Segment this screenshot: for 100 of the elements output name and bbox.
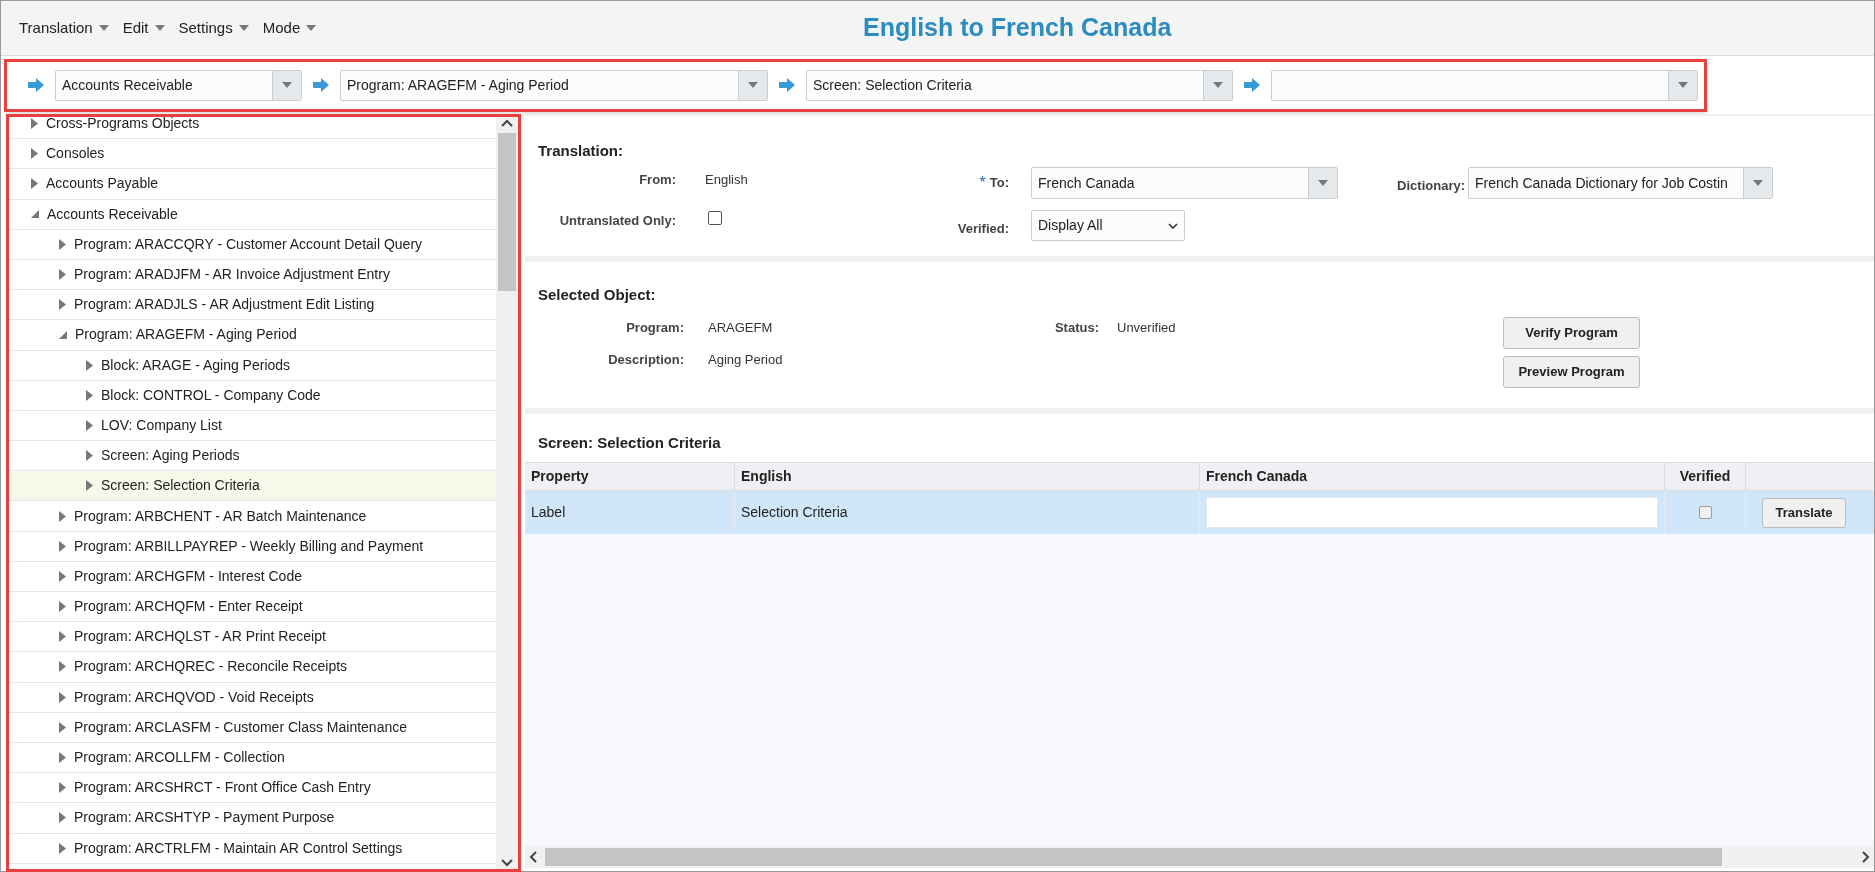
tree-item[interactable]: Program: ARCSHRCT - Front Office Cash Entry	[9, 773, 496, 804]
table-row[interactable]: Label Selection Criteria Translate	[525, 491, 1874, 534]
tree-item[interactable]: Program: ARAGEFM - Aging Period	[9, 320, 496, 351]
collapsed-triangle-icon[interactable]	[59, 299, 66, 311]
column-header[interactable]: French Canada	[1200, 463, 1665, 490]
collapsed-triangle-icon[interactable]	[86, 419, 93, 431]
tree-item[interactable]: LOV: Company List	[9, 410, 496, 442]
caret-icon	[282, 82, 292, 88]
collapsed-triangle-icon[interactable]	[59, 510, 66, 522]
untranslated-checkbox[interactable]	[708, 211, 722, 225]
arrow-icon	[312, 78, 330, 92]
tree-item[interactable]: Accounts Receivable	[9, 199, 496, 230]
tree-item[interactable]: Consoles	[9, 139, 496, 170]
horizontal-scrollbar[interactable]	[525, 846, 1874, 868]
collapsed-triangle-icon[interactable]	[59, 691, 66, 703]
scrollbar-thumb[interactable]	[498, 133, 516, 291]
collapsed-triangle-icon[interactable]	[31, 148, 38, 160]
field-value: ARAGEFM	[708, 319, 773, 337]
tree-item[interactable]: Accounts Payable	[9, 169, 496, 200]
collapsed-triangle-icon[interactable]	[86, 480, 93, 492]
translation-input[interactable]	[1206, 497, 1658, 528]
collapsed-triangle-icon[interactable]	[59, 631, 66, 643]
verified-checkbox[interactable]	[1698, 506, 1712, 519]
tree-item[interactable]: Program: ARADJFM - AR Invoice Adjustment Entry	[9, 259, 496, 291]
language-dropdown[interactable]: French Canada	[1031, 167, 1338, 199]
menu-button[interactable]: Edit	[122, 16, 165, 40]
collapsed-triangle-icon[interactable]	[59, 601, 66, 613]
arrow-icon	[1243, 78, 1261, 92]
scroll-up-icon[interactable]	[501, 119, 513, 127]
scroll-down-icon[interactable]	[501, 859, 513, 867]
tree-item[interactable]: Program: ARCHQFM - Enter Receipt	[9, 592, 496, 623]
field-label: From:	[639, 171, 676, 189]
collapsed-triangle-icon[interactable]	[59, 842, 66, 854]
collapsed-triangle-icon[interactable]	[59, 752, 66, 764]
section-heading: Translation:	[538, 141, 623, 161]
action-button[interactable]: Preview Program	[1503, 356, 1640, 388]
section-heading: Screen: Selection Criteria	[537, 433, 722, 453]
tree-item[interactable]: Program: ARBILLPAYREP - Weekly Billing and Payment	[9, 531, 496, 562]
caret-icon	[1213, 82, 1223, 88]
collapsed-triangle-icon[interactable]	[59, 540, 66, 552]
collapsed-triangle-icon[interactable]	[59, 570, 66, 582]
tree-item[interactable]: Screen: Selection Criteria	[9, 471, 496, 502]
dictionary-dropdown[interactable]: French Canada Dictionary for Job Costin	[1468, 167, 1773, 199]
breadcrumb-dropdown[interactable]: Program: ARAGEFM - Aging Period	[340, 69, 768, 101]
collapsed-triangle-icon[interactable]	[86, 450, 93, 462]
caret-icon	[1678, 82, 1688, 88]
caret-icon	[238, 25, 249, 31]
column-header[interactable]: Property	[525, 463, 735, 490]
field-label: Description:	[608, 351, 684, 369]
column-header[interactable]: Verified	[1665, 463, 1746, 490]
field-value: Unverified	[1117, 319, 1176, 337]
menu-button[interactable]: Settings	[178, 16, 249, 40]
table-cell: Selection Criteria	[735, 491, 1200, 534]
tree-item[interactable]: Program: ARCSHTYP - Payment Purpose	[9, 803, 496, 834]
caret-icon	[1753, 180, 1763, 186]
tree-item[interactable]: Cross-Programs Objects	[9, 117, 496, 140]
tree-item[interactable]: Block: CONTROL - Company Code	[9, 380, 496, 411]
menu-button[interactable]: Translation	[19, 16, 109, 40]
breadcrumb-dropdown[interactable]: Screen: Selection Criteria	[806, 69, 1233, 101]
tree-item[interactable]: Block: ARAGE - Aging Periods	[9, 350, 496, 381]
expanded-triangle-icon[interactable]	[31, 210, 39, 219]
collapsed-triangle-icon[interactable]	[31, 178, 38, 190]
expanded-triangle-icon[interactable]	[59, 330, 67, 339]
scrollbar-thumb[interactable]	[545, 848, 1722, 866]
scroll-right-icon[interactable]	[1862, 851, 1870, 863]
field-value: English	[705, 171, 748, 189]
menu-button[interactable]: Mode	[262, 16, 317, 40]
tree-item[interactable]: Program: ARCHGFM - Interest Code	[9, 561, 496, 592]
collapsed-triangle-icon[interactable]	[86, 359, 93, 371]
tree-item[interactable]: Program: ARCHQREC - Reconcile Receipts	[9, 652, 496, 683]
tree-item[interactable]: Program: ARACCQRY - Customer Account Detail Query	[9, 229, 496, 260]
collapsed-triangle-icon[interactable]	[59, 269, 66, 281]
collapsed-triangle-icon[interactable]	[59, 661, 66, 673]
collapsed-triangle-icon[interactable]	[59, 238, 66, 250]
breadcrumb-dropdown[interactable]: Accounts Receivable	[55, 69, 302, 101]
tree-item[interactable]: Program: ARCLASFM - Customer Class Maintenance	[9, 712, 496, 743]
tree-item[interactable]: Program: ARADJLS - AR Adjustment Edit Listing	[9, 290, 496, 321]
page-title: English to French Canada	[863, 12, 1172, 43]
translate-button[interactable]: Translate	[1762, 497, 1846, 528]
collapsed-triangle-icon[interactable]	[59, 721, 66, 733]
arrow-icon	[27, 78, 45, 92]
action-button[interactable]: Verify Program	[1503, 317, 1640, 349]
scroll-left-icon[interactable]	[529, 851, 537, 863]
tree-item[interactable]: Program: ARCTRLFM - Maintain AR Control Settings	[9, 833, 496, 864]
collapsed-triangle-icon[interactable]	[59, 812, 66, 824]
collapsed-triangle-icon[interactable]	[59, 782, 66, 794]
arrow-icon	[778, 78, 796, 92]
field-label: Status:	[1054, 319, 1099, 337]
column-header[interactable]: English	[735, 463, 1200, 490]
tree-item[interactable]: Program: ARCOLLFM - Collection	[9, 742, 496, 774]
caret-icon	[306, 25, 317, 31]
vertical-scrollbar[interactable]	[496, 117, 518, 869]
tree-item[interactable]: Program: ARCHQVOD - Void Receipts	[9, 682, 496, 713]
tree-item[interactable]: Program: ARBCHENT - AR Batch Maintenance	[9, 501, 496, 532]
verified-select[interactable]: Display All	[1031, 210, 1185, 241]
tree-item[interactable]: Program: ARCHQLST - AR Print Receipt	[9, 622, 496, 653]
caret-icon	[98, 25, 109, 31]
field-label: Untranslated Only:	[559, 212, 676, 230]
collapsed-triangle-icon[interactable]	[86, 389, 93, 401]
collapsed-triangle-icon[interactable]	[31, 118, 38, 130]
